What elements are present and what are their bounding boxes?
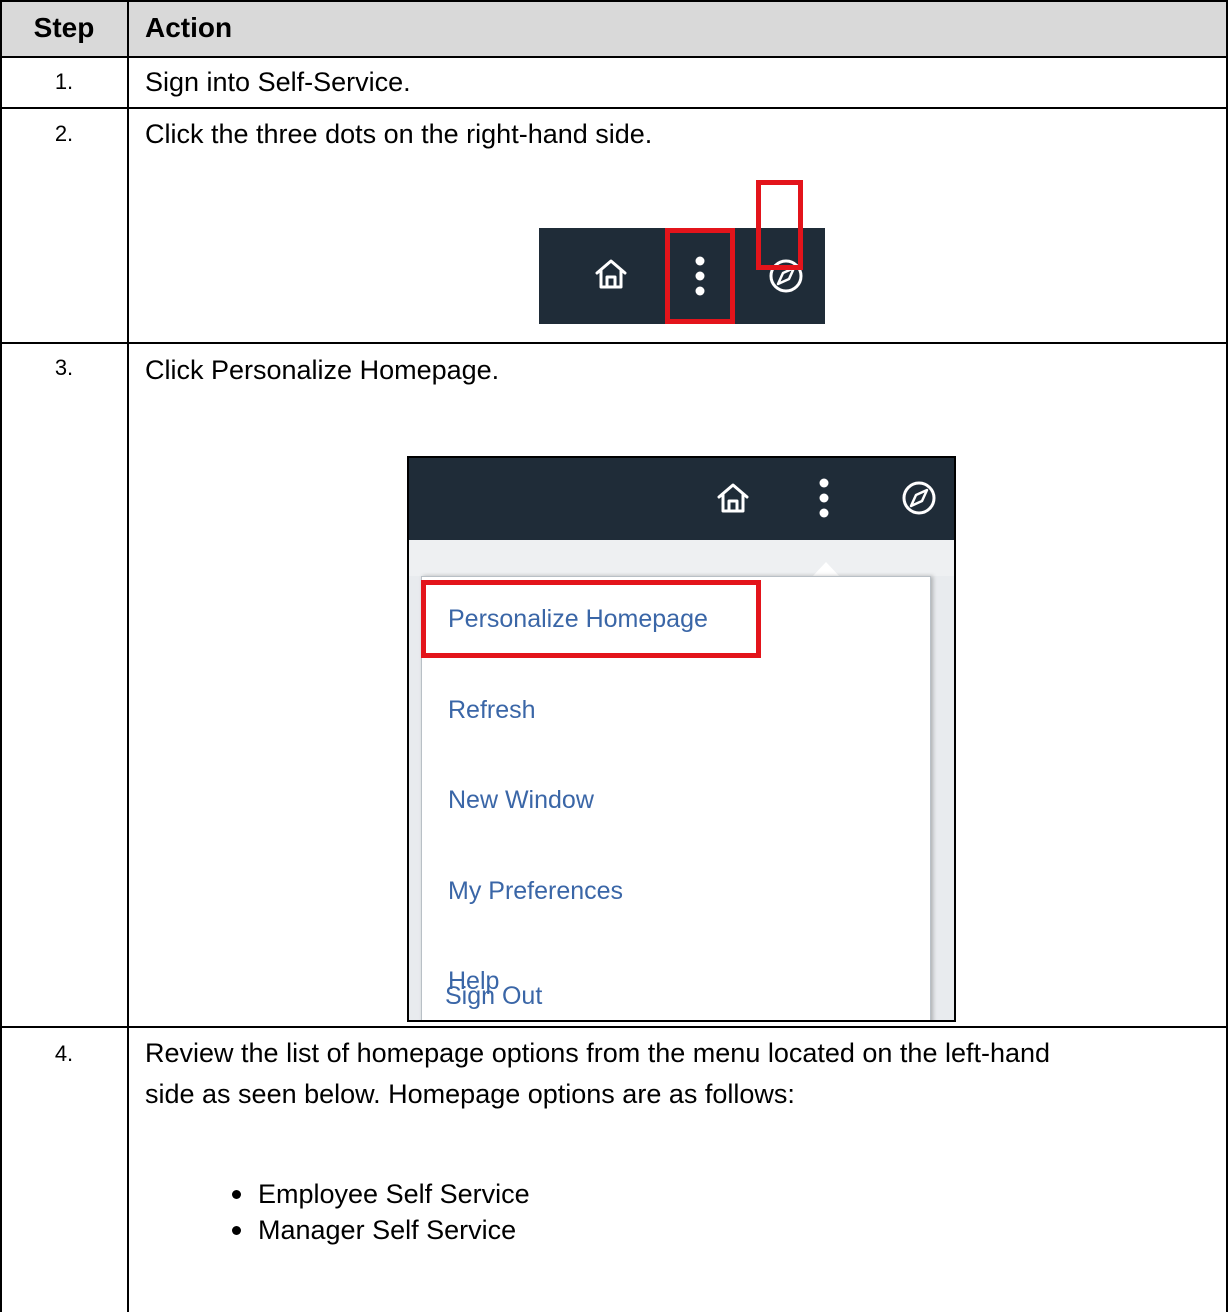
compass-icon[interactable] bbox=[899, 478, 939, 518]
menu-item-new-window[interactable]: New Window bbox=[448, 784, 594, 816]
step-number-2: 2. bbox=[54, 121, 74, 146]
step-action-4-line-2: side as seen below. Homepage options are… bbox=[145, 1079, 795, 1109]
row-divider bbox=[0, 342, 1228, 344]
header-step: Step bbox=[33, 12, 95, 43]
option-employee-self-service: Employee Self Service bbox=[258, 1179, 530, 1209]
more-vertical-icon[interactable] bbox=[812, 476, 836, 520]
home-icon[interactable] bbox=[715, 480, 751, 516]
step-number-4: 4. bbox=[54, 1041, 74, 1066]
bullet-icon bbox=[232, 1226, 241, 1235]
menu-item-sign-out[interactable]: Sign Out bbox=[445, 980, 542, 1012]
screenshot-toolbar bbox=[409, 458, 954, 540]
option-manager-self-service: Manager Self Service bbox=[258, 1215, 517, 1245]
menu-item-refresh[interactable]: Refresh bbox=[448, 694, 536, 726]
step-action-4-line-1: Review the list of homepage options from… bbox=[145, 1038, 1051, 1068]
instructions-table: Step Action 1. Sign into Self-Service. 2… bbox=[0, 0, 1228, 1312]
highlight-box-dots bbox=[665, 228, 735, 324]
step-action-1: Sign into Self-Service. bbox=[145, 67, 411, 97]
step-number-1: 1. bbox=[54, 69, 74, 94]
table-border-top bbox=[0, 0, 1228, 2]
menu-backdrop-strip bbox=[409, 540, 954, 576]
step-action-3: Click Personalize Homepage. bbox=[145, 355, 500, 385]
table-border-left bbox=[0, 0, 2, 1312]
home-icon[interactable] bbox=[593, 256, 629, 292]
highlight-box-empty bbox=[756, 180, 803, 270]
highlight-box-personalize bbox=[421, 580, 761, 658]
step-number-3: 3. bbox=[54, 355, 74, 380]
step-action-2: Click the three dots on the right-hand s… bbox=[145, 119, 653, 149]
menu-screenshot: Personalize Homepage Refresh New Window … bbox=[407, 456, 956, 1022]
menu-item-my-preferences[interactable]: My Preferences bbox=[448, 875, 623, 907]
row-divider bbox=[0, 107, 1228, 109]
header-action: Action bbox=[145, 12, 233, 43]
row-divider bbox=[0, 1026, 1228, 1028]
column-divider bbox=[127, 0, 129, 1312]
bullet-icon bbox=[232, 1190, 241, 1199]
row-divider bbox=[0, 56, 1228, 58]
